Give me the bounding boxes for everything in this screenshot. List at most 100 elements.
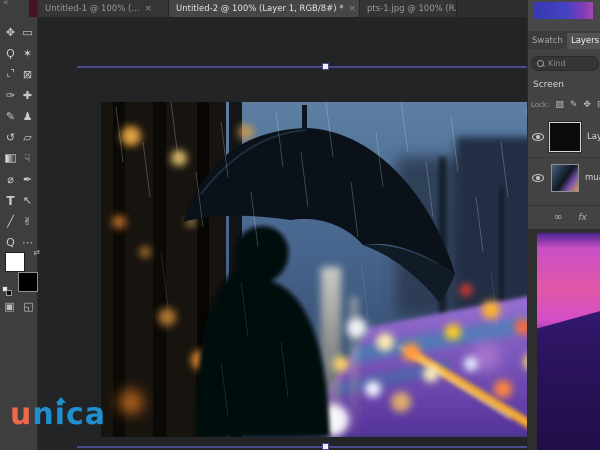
move-tool-icon: ✥ — [6, 27, 15, 38]
clone-stamp-tool-icon: ♟ — [23, 111, 33, 122]
lock-row: Lock: ▨ ✎ ✥ ⊞ — [531, 100, 600, 110]
layer-thumbnail[interactable] — [549, 122, 581, 152]
layer-style-fx-icon[interactable]: fx — [578, 213, 587, 223]
dodge-tool[interactable]: ⌀ — [2, 169, 19, 190]
tools-panel: « ✥ ▭ Ϙ ✶ ⌞⌝ ⊠ ✑ ✚ ✎ ♟ ↺ ▱ ▧ ☟ ⌀ ✒ T ↖ ╱… — [0, 0, 38, 450]
clone-stamp-tool[interactable]: ♟ — [19, 106, 36, 127]
lock-label: Lock: — [531, 101, 549, 109]
layer-name[interactable]: Layer 1 — [587, 132, 600, 142]
watermark-letter-u: u — [10, 397, 32, 432]
screen-mode-icon[interactable]: ◱ — [23, 300, 33, 313]
frame-tool[interactable]: ⊠ — [19, 64, 36, 85]
visibility-eye-icon[interactable] — [532, 133, 544, 141]
type-tool-icon: T — [6, 195, 14, 207]
filter-placeholder: Kind — [548, 59, 566, 68]
transform-handle-top[interactable] — [322, 63, 329, 70]
smudge-tool[interactable]: ☟ — [19, 148, 36, 169]
move-tool[interactable]: ✥ — [2, 22, 19, 43]
photo-layer[interactable] — [101, 102, 550, 437]
tab-untitled-1[interactable]: Untitled-1 @ 100% (... × — [38, 0, 169, 17]
blend-mode-dropdown[interactable]: Screen — [533, 80, 564, 90]
pen-tool[interactable]: ✒ — [19, 169, 36, 190]
eraser-tool[interactable]: ▱ — [19, 127, 36, 148]
photoshop-window: « ✥ ▭ Ϙ ✶ ⌞⌝ ⊠ ✑ ✚ ✎ ♟ ↺ ▱ ▧ ☟ ⌀ ✒ T ↖ ╱… — [0, 0, 600, 450]
tab-swatches[interactable]: Swatch — [528, 33, 567, 49]
tab-untitled-2[interactable]: Untitled-2 @ 100% (Layer 1, RGB/8#) * × — [169, 0, 360, 17]
line-tool[interactable]: ╱ — [2, 211, 19, 232]
color-swatches: ⇄ — [4, 252, 38, 296]
layer-thumbnail[interactable] — [551, 164, 579, 192]
history-brush-tool[interactable]: ↺ — [2, 127, 19, 148]
layer-row-mua[interactable]: mua — [528, 157, 600, 197]
caret-icon — [56, 397, 66, 403]
partial-image-top-right — [533, 2, 593, 19]
tools-grid: ✥ ▭ Ϙ ✶ ⌞⌝ ⊠ ✑ ✚ ✎ ♟ ↺ ▱ ▧ ☟ ⌀ ✒ T ↖ ╱ ✌… — [2, 22, 36, 253]
lock-transparency-icon[interactable]: ▨ — [555, 100, 564, 110]
magic-wand-tool[interactable]: ✶ — [19, 43, 36, 64]
layers-panel-footer: ∞ fx — [528, 205, 600, 229]
lasso-tool[interactable]: Ϙ — [2, 43, 19, 64]
dodge-tool-icon: ⌀ — [7, 174, 14, 185]
zoom-tool-icon: Q — [6, 237, 15, 248]
watermark-rest: nica — [32, 397, 106, 432]
quick-mask-icon[interactable]: ▣ — [4, 300, 14, 313]
line-tool-icon: ╱ — [7, 216, 14, 227]
unica-watermark: unica — [10, 400, 106, 430]
link-layers-icon[interactable]: ∞ — [554, 212, 562, 223]
crop-tool[interactable]: ⌞⌝ — [2, 64, 19, 85]
collapse-tools-icon[interactable]: « — [3, 0, 9, 8]
marquee-tool-icon: ▭ — [22, 27, 32, 38]
type-tool[interactable]: T — [2, 190, 19, 211]
lasso-tool-icon: Ϙ — [6, 48, 15, 59]
pen-tool-icon: ✒ — [23, 174, 32, 185]
transform-bottom-edge[interactable] — [77, 446, 565, 448]
healing-brush-tool-icon: ✚ — [23, 90, 32, 101]
history-brush-tool-icon: ↺ — [6, 132, 15, 143]
crop-tool-icon: ⌞⌝ — [6, 70, 14, 79]
tab-title: pts-1.jpg @ 100% (R... — [367, 4, 457, 14]
swap-colors-icon[interactable]: ⇄ — [33, 248, 40, 257]
background-color-swatch[interactable] — [18, 272, 38, 292]
visibility-eye-icon[interactable] — [532, 174, 544, 182]
smudge-tool-icon: ☟ — [24, 153, 31, 164]
gradient-tool-icon: ▧ — [5, 154, 16, 163]
tab-title: Untitled-1 @ 100% (... — [45, 4, 139, 14]
tab-layers[interactable]: Layers — [567, 33, 600, 49]
lock-paint-icon[interactable]: ✎ — [570, 100, 578, 110]
layer-filter-field[interactable]: Kind — [531, 56, 599, 71]
magic-wand-tool-icon: ✶ — [23, 48, 32, 59]
path-selection-tool-icon: ↖ — [23, 195, 32, 206]
close-tab-icon[interactable]: × — [144, 4, 152, 14]
zoom-tool[interactable]: Q — [2, 232, 19, 253]
decoration-strip — [29, 0, 37, 17]
search-icon — [537, 60, 544, 67]
spot-healing-brush-tool[interactable]: ✚ — [19, 85, 36, 106]
path-selection-tool[interactable]: ↖ — [19, 190, 36, 211]
hand-tool[interactable]: ✌ — [19, 211, 36, 232]
brush-tool[interactable]: ✎ — [2, 106, 19, 127]
eyedropper-tool-icon: ✑ — [6, 90, 15, 101]
partial-image-bottom-right — [537, 233, 600, 450]
tab-pts-1[interactable]: pts-1.jpg @ 100% (R... × — [360, 0, 457, 17]
mountain-silhouette — [537, 233, 600, 450]
transform-handle-bottom[interactable] — [322, 443, 329, 450]
toolbar-bottom-icons: ▣ ◱ — [0, 300, 38, 313]
layer-row-layer-1[interactable]: Layer 1 — [528, 117, 600, 157]
panel-tabs: Swatch Layers — [528, 31, 600, 49]
ellipsis-icon: ⋯ — [22, 237, 33, 248]
tab-title: Untitled-2 @ 100% (Layer 1, RGB/8#) * — [176, 4, 344, 14]
canvas-area[interactable] — [38, 17, 527, 450]
eyedropper-tool[interactable]: ✑ — [2, 85, 19, 106]
default-colors-icon[interactable] — [2, 286, 12, 296]
foreground-color-swatch[interactable] — [5, 252, 25, 272]
layer-name[interactable]: mua — [585, 173, 600, 183]
brush-tool-icon: ✎ — [6, 111, 15, 122]
rectangular-marquee-tool[interactable]: ▭ — [19, 22, 36, 43]
transform-top-edge[interactable] — [77, 66, 565, 68]
lock-position-icon[interactable]: ✥ — [583, 100, 591, 110]
gradient-tool[interactable]: ▧ — [2, 148, 19, 169]
close-tab-icon[interactable]: × — [349, 4, 357, 14]
hand-tool-icon: ✌ — [23, 216, 32, 227]
eraser-tool-icon: ▱ — [23, 132, 31, 143]
document-tab-bar: Untitled-1 @ 100% (... × Untitled-2 @ 10… — [38, 0, 600, 17]
